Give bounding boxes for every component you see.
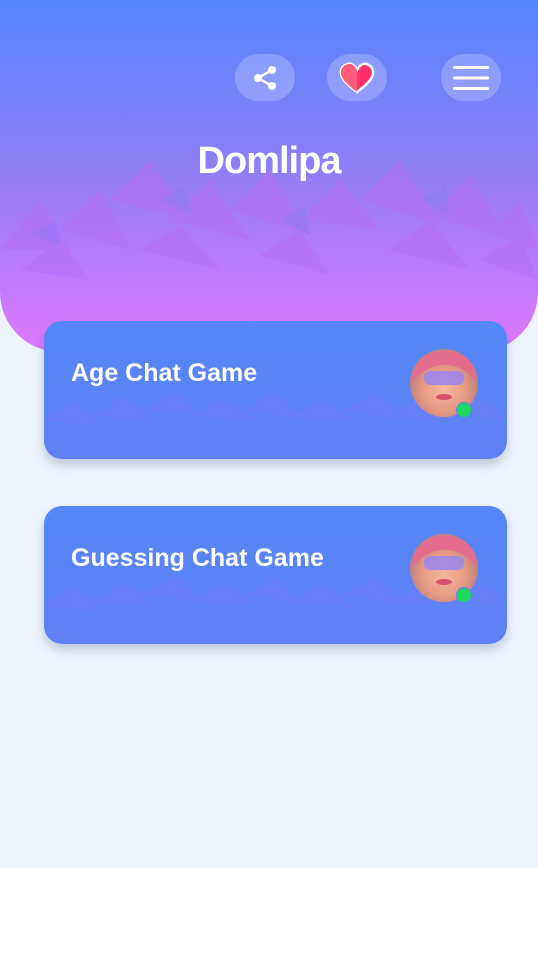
hamburger-menu-icon xyxy=(453,65,489,90)
heart-icon xyxy=(339,62,375,94)
app-screen: Domlipa Age Chat Game Guessing Chat Game xyxy=(0,0,538,868)
favorite-button[interactable] xyxy=(327,54,387,101)
game-card-guessing-chat[interactable]: Guessing Chat Game xyxy=(44,506,507,644)
game-title: Age Chat Game xyxy=(71,359,258,387)
app-title: Domlipa xyxy=(197,140,342,182)
game-card-age-chat[interactable]: Age Chat Game xyxy=(44,321,507,459)
share-icon xyxy=(254,65,276,90)
online-status-dot xyxy=(456,402,472,418)
share-button[interactable] xyxy=(235,54,295,101)
online-status-dot xyxy=(456,587,472,603)
bottom-area xyxy=(0,868,538,956)
header: Domlipa xyxy=(0,0,538,352)
menu-button[interactable] xyxy=(441,54,501,101)
game-title: Guessing Chat Game xyxy=(71,544,324,572)
